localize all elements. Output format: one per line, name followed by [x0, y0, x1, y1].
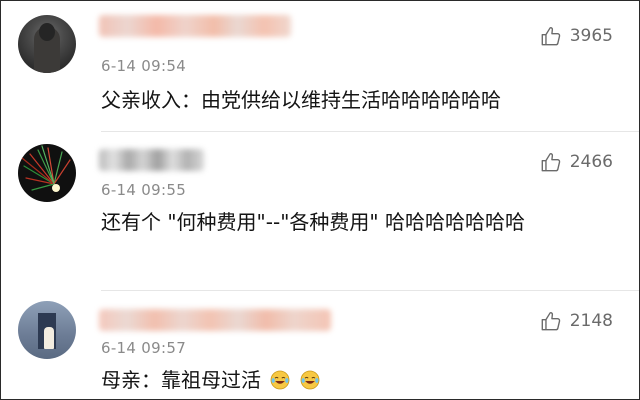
avatar[interactable]: [18, 15, 76, 73]
comment-text-content: 母亲：靠祖母过活: [101, 368, 261, 392]
avatar[interactable]: [18, 301, 76, 359]
firework-graphic: [21, 145, 71, 191]
comment-text: 母亲：靠祖母过活: [101, 365, 611, 396]
like-button[interactable]: 2148: [540, 309, 613, 333]
comment-text: 还有个 "何种费用"--"各种费用" 哈哈哈哈哈哈哈: [101, 210, 525, 234]
thumbs-up-icon: [541, 312, 560, 331]
comment-timestamp: 6-14 09:54: [101, 57, 187, 75]
username-blurred[interactable]: [99, 149, 204, 171]
username-blurred[interactable]: [99, 309, 331, 331]
comment-list: 3965 6-14 09:54 父亲收入：由党供给以维持生活哈哈哈哈哈哈 246…: [0, 0, 640, 400]
like-button[interactable]: 3965: [540, 24, 613, 48]
avatar-head: [39, 23, 55, 41]
thumbs-up-icon: [541, 27, 560, 46]
comment-text: 父亲收入：由党供给以维持生活哈哈哈哈哈哈: [101, 88, 501, 112]
comment-timestamp: 6-14 09:55: [101, 181, 187, 199]
laughing-crying-emoji-icon: [270, 370, 290, 390]
comment-item: 3965 6-14 09:54 父亲收入：由党供给以维持生活哈哈哈哈哈哈: [1, 1, 639, 132]
comment-item: 2466 6-14 09:55 还有个 "何种费用"--"各种费用" 哈哈哈哈哈…: [1, 132, 639, 291]
like-count: 2466: [569, 152, 613, 172]
thumbs-up-icon: [541, 153, 560, 172]
like-button[interactable]: 2466: [540, 150, 613, 174]
username-blurred[interactable]: [99, 15, 291, 37]
laughing-crying-emoji-icon: [300, 370, 320, 390]
like-count: 3965: [569, 26, 613, 46]
avatar-light-dot: [52, 184, 60, 192]
like-count: 2148: [569, 311, 613, 331]
avatar[interactable]: [18, 144, 76, 202]
comment-timestamp: 6-14 09:57: [101, 339, 187, 357]
avatar-person: [44, 327, 54, 349]
comment-item: 2148 6-14 09:57 母亲：靠祖母过活: [1, 291, 639, 399]
